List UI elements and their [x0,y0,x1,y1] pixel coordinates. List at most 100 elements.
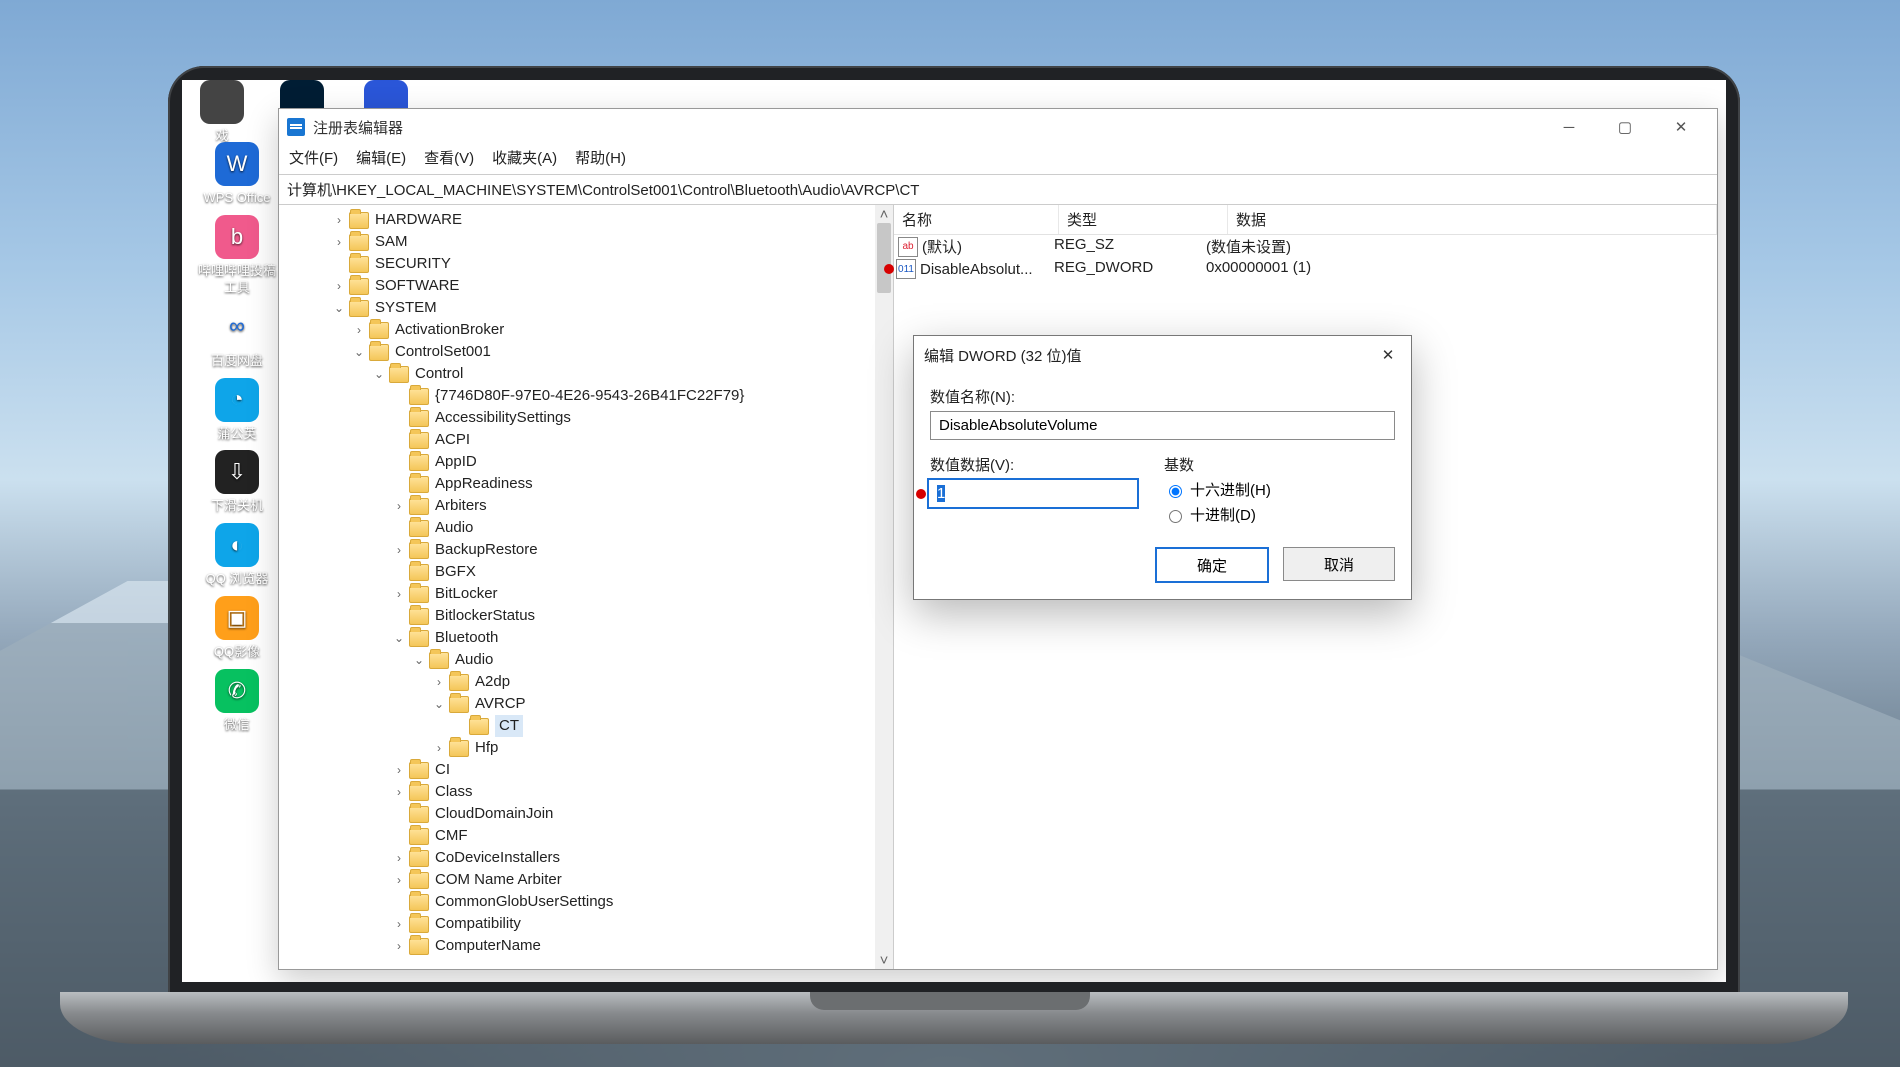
tree-node[interactable]: Audio [283,649,893,671]
chevron-right-icon[interactable] [351,319,367,341]
close-button[interactable]: ✕ [1653,109,1709,145]
menu-item[interactable]: 收藏夹(A) [492,150,557,167]
chevron-right-icon[interactable] [391,495,407,517]
tree-node[interactable]: Control [283,363,893,385]
folder-icon [409,520,429,537]
ok-button[interactable]: 确定 [1155,547,1269,583]
desktop-shortcut[interactable]: ✆微信 [182,665,292,738]
value-row[interactable]: ab(默认)REG_SZ(数值未设置) [894,235,1717,258]
chevron-right-icon[interactable] [391,869,407,891]
registry-tree[interactable]: HARDWARESAMSECURITYSOFTWARESYSTEMActivat… [279,205,894,969]
tree-node[interactable]: SOFTWARE [283,275,893,297]
chevron-down-icon[interactable] [391,627,407,649]
tree-node[interactable]: Arbiters [283,495,893,517]
chevron-right-icon[interactable] [431,671,447,693]
radix-hex-radio[interactable] [1169,485,1182,498]
tree-node[interactable]: CMF [283,825,893,847]
tree-node[interactable]: AppReadiness [283,473,893,495]
tree-node[interactable]: ActivationBroker [283,319,893,341]
radix-dec-radio[interactable] [1169,510,1182,523]
tree-node[interactable]: CoDeviceInstallers [283,847,893,869]
chevron-down-icon[interactable] [411,649,427,671]
tree-node[interactable]: Audio [283,517,893,539]
chevron-right-icon[interactable] [391,913,407,935]
maximize-button[interactable]: ▢ [1597,109,1653,145]
values-list[interactable]: 名称 类型 数据 ab(默认)REG_SZ(数值未设置)011DisableAb… [894,205,1717,969]
chevron-right-icon[interactable] [391,759,407,781]
col-data[interactable]: 数据 [1228,205,1717,234]
tree-node[interactable]: Class [283,781,893,803]
chevron-right-icon[interactable] [431,737,447,759]
tree-scrollbar[interactable]: ˄ ˅ [875,205,893,969]
tree-node[interactable]: Compatibility [283,913,893,935]
app-icon: ⇩ [215,450,259,494]
dialog-title-bar[interactable]: 编辑 DWORD (32 位)值 ✕ [914,336,1411,374]
desktop-shortcut[interactable]: b哔哩哔哩投稿 工具 [182,211,292,301]
tree-node[interactable]: ComputerName [283,935,893,957]
tree-node[interactable]: HARDWARE [283,209,893,231]
tree-node[interactable]: AVRCP [283,693,893,715]
tree-node[interactable]: SAM [283,231,893,253]
tree-node[interactable]: Bluetooth [283,627,893,649]
menu-item[interactable]: 帮助(H) [575,150,626,167]
scroll-up-icon[interactable]: ˄ [875,205,893,223]
tree-node[interactable]: BGFX [283,561,893,583]
tree-node[interactable]: BitLocker [283,583,893,605]
col-name[interactable]: 名称 [894,205,1059,234]
title-bar[interactable]: 注册表编辑器 ─ ▢ ✕ [279,109,1717,145]
tree-node[interactable]: CommonGlobUserSettings [283,891,893,913]
chevron-right-icon[interactable] [391,539,407,561]
minimize-button[interactable]: ─ [1541,109,1597,145]
chevron-right-icon[interactable] [391,847,407,869]
chevron-down-icon[interactable] [351,341,367,363]
tree-node[interactable]: A2dp [283,671,893,693]
scroll-thumb[interactable] [877,223,891,293]
desktop-shortcut[interactable]: ∞百度网盘 [182,301,292,374]
tree-node[interactable]: ACPI [283,429,893,451]
desktop-shortcut[interactable]: ⇩下滑关机 [182,446,292,519]
tree-node[interactable]: BitlockerStatus [283,605,893,627]
chevron-right-icon[interactable] [391,583,407,605]
tree-node[interactable]: CI [283,759,893,781]
tree-node[interactable]: Hfp [283,737,893,759]
tree-node[interactable]: AppID [283,451,893,473]
desktop-shortcut[interactable]: ▣QQ影像 [182,592,292,665]
chevron-down-icon[interactable] [371,363,387,385]
tree-node[interactable]: SECURITY [283,253,893,275]
chevron-down-icon[interactable] [331,297,347,319]
col-type[interactable]: 类型 [1059,205,1228,234]
tree-node[interactable]: BackupRestore [283,539,893,561]
chevron-down-icon[interactable] [431,693,447,715]
dialog-close-icon[interactable]: ✕ [1375,346,1401,364]
chevron-right-icon[interactable] [331,231,347,253]
menu-bar[interactable]: 文件(F) 编辑(E) 查看(V) 收藏夹(A) 帮助(H) [279,145,1717,174]
tree-node[interactable]: ControlSet001 [283,341,893,363]
value-data-field[interactable] [928,479,1138,508]
tree-node[interactable]: AccessibilitySettings [283,407,893,429]
cancel-button[interactable]: 取消 [1283,547,1395,581]
radix-hex[interactable]: 十六进制(H) [1164,479,1395,500]
chevron-right-icon[interactable] [331,209,347,231]
chevron-right-icon[interactable] [391,781,407,803]
tree-node[interactable]: {7746D80F-97E0-4E26-9543-26B41FC22F79} [283,385,893,407]
menu-item[interactable]: 查看(V) [424,150,474,167]
scroll-down-icon[interactable]: ˅ [875,951,893,969]
tree-node[interactable]: COM Name Arbiter [283,869,893,891]
value-row[interactable]: 011DisableAbsolut...REG_DWORD0x00000001 … [894,258,1717,280]
address-bar[interactable]: 计算机\HKEY_LOCAL_MACHINE\SYSTEM\ControlSet… [279,174,1717,205]
tree-node[interactable]: CloudDomainJoin [283,803,893,825]
radix-dec[interactable]: 十进制(D) [1164,504,1395,525]
value-name-field[interactable] [930,411,1395,440]
menu-item[interactable]: 文件(F) [289,150,338,167]
tree-node[interactable]: SYSTEM [283,297,893,319]
desktop-shortcut[interactable]: ◐QQ 浏览器 [182,519,292,592]
chevron-right-icon[interactable] [391,935,407,957]
desktop-shortcut[interactable]: ◔蒲公英 [182,374,292,447]
desktop-shortcut[interactable]: WWPS Office [182,138,292,211]
list-header[interactable]: 名称 类型 数据 [894,205,1717,235]
app-icon: ∞ [215,305,259,349]
tree-node[interactable]: CT [283,715,893,737]
menu-item[interactable]: 编辑(E) [356,150,406,167]
folder-icon [409,630,429,647]
chevron-right-icon[interactable] [331,275,347,297]
